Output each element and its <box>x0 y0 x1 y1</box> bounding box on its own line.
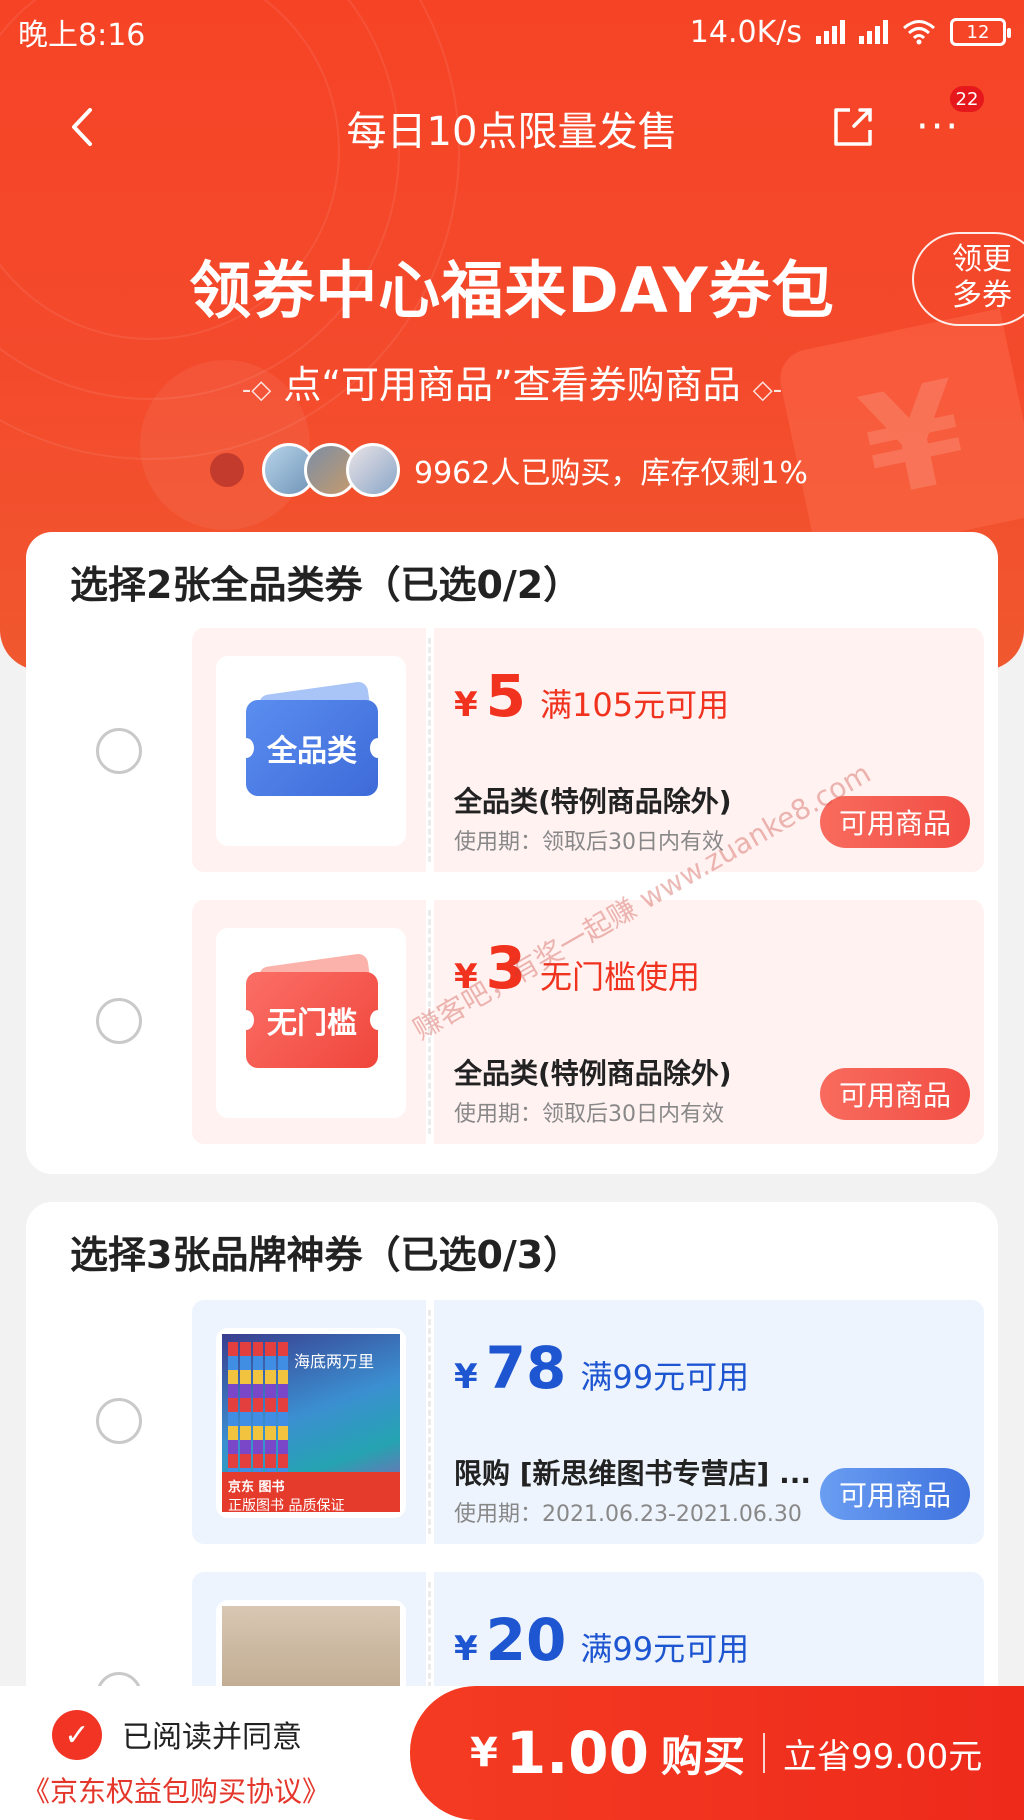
coupon-condition: 满105元可用 <box>540 686 730 724</box>
tag-notch <box>370 1010 386 1030</box>
currency-symbol: ¥ <box>454 1357 478 1397</box>
currency-symbol: ¥ <box>454 1629 478 1669</box>
coupon-amount: 5 <box>485 662 527 730</box>
book-title: 海底两万里 <box>294 1352 375 1371</box>
page-title: 每日10点限量发售 <box>346 109 678 155</box>
buyers-text: 9962人已购买，库存仅剩1% <box>414 456 808 491</box>
agree-text: 已阅读并同意 <box>122 1720 302 1755</box>
signal-icon <box>816 20 845 44</box>
coupon-select-radio[interactable] <box>96 728 142 774</box>
subline-decor: -◇ <box>241 375 272 405</box>
available-products-button[interactable]: 可用商品 <box>820 1068 970 1120</box>
coupon-name: 限购 [新思维图书专营店] ... <box>454 1457 812 1490</box>
coupon-validity: 使用期：领取后30日内有效 <box>454 1102 724 1127</box>
status-bar: 晚上8:16 14.0K/s 12 <box>0 0 1024 64</box>
decor-coupon-icon: ¥ <box>774 308 1024 562</box>
back-arrow-icon[interactable] <box>60 102 110 152</box>
section-title: 选择3张品牌神券（已选0/3） <box>70 1233 582 1277</box>
save-amount: 99.00元 <box>850 1736 983 1777</box>
buyers-info: 9962人已购买，库存仅剩1% <box>210 440 808 500</box>
avatar <box>346 443 400 497</box>
notification-badge: 22 <box>950 86 984 112</box>
book-ribbon: 京东 图书 正版图书 品质保证 <box>222 1472 400 1514</box>
currency-symbol: ¥ <box>454 685 478 725</box>
subline: -◇ 点“可用商品”查看券购商品 ◇- <box>0 354 1024 409</box>
battery-icon: 12 <box>950 18 1011 46</box>
coupon-condition: 满99元可用 <box>580 1630 750 1668</box>
coupon-card[interactable]: 全品类 ¥ 5 满105元可用 全品类(特例商品除外) 使用期：领取后30日内有… <box>164 628 984 872</box>
agreement-link[interactable]: 《京东权益包购买协议》 <box>22 1770 330 1810</box>
coupon-thumb: 全品类 <box>216 656 406 846</box>
subline-text: 点“可用商品”查看券购商品 <box>283 363 741 407</box>
coupon-price: ¥ 5 满105元可用 <box>454 662 729 730</box>
all-category-tag: 全品类 <box>238 700 386 796</box>
subline-decor: ◇- <box>752 375 783 405</box>
buy-price: 1.00 <box>505 1719 649 1787</box>
coupon-name: 全品类(特例商品除外) <box>454 1057 732 1090</box>
tag-notch <box>370 738 386 758</box>
tag-notch <box>238 738 254 758</box>
coupon-condition: 满99元可用 <box>580 1358 750 1396</box>
currency-symbol: ¥ <box>470 1730 498 1776</box>
coupon-card[interactable]: 海底两万里 京东 图书 正版图书 品质保证 ¥ 78 满99元可用 限购 [新思… <box>164 1300 984 1544</box>
agree-checkbox[interactable]: ✓ <box>52 1710 102 1760</box>
tag-notch <box>238 1010 254 1030</box>
bottom-bar: ✓ 已阅读并同意 《京东权益包购买协议》 ¥ 1.00 购买 立省 99.00元 <box>0 1686 1024 1820</box>
available-products-button[interactable]: 可用商品 <box>820 1468 970 1520</box>
book-spines <box>228 1342 289 1492</box>
coupon-divider <box>428 638 431 862</box>
tag-label: 无门槛 <box>267 1006 357 1041</box>
all-category-section: 选择2张全品类券（已选0/2） 全品类 ¥ 5 满105元可用 全品类(特例商品… <box>26 532 998 1174</box>
coupon-thumb: 无门槛 <box>216 928 406 1118</box>
divider <box>762 1733 765 1773</box>
coupon-select-radio[interactable] <box>96 1398 142 1444</box>
signal-icon <box>859 20 888 44</box>
headline: 领券中心福来DAY券包 <box>189 254 835 327</box>
book-thumb: 海底两万里 京东 图书 正版图书 品质保证 <box>216 1328 406 1518</box>
net-speed: 14.0K/s <box>689 14 802 50</box>
status-time: 晚上8:16 <box>18 18 146 53</box>
more-coupons-button[interactable]: 领更多券 <box>912 232 1024 326</box>
avatar <box>210 453 244 487</box>
coupon-select-radio[interactable] <box>96 998 142 1044</box>
coupon-amount: 78 <box>485 1334 567 1402</box>
coupon-divider <box>428 1310 431 1534</box>
ribbon-sublabel: 正版图书 品质保证 <box>228 1498 345 1514</box>
buy-label: 购买 <box>660 1731 745 1781</box>
ribbon-label: 京东 图书 <box>228 1480 285 1495</box>
buy-button[interactable]: ¥ 1.00 购买 立省 99.00元 <box>410 1686 1024 1820</box>
wifi-icon <box>903 20 935 45</box>
tag-label: 全品类 <box>267 734 357 769</box>
section-title: 选择2张全品类券（已选0/2） <box>70 563 582 607</box>
save-label: 立省 <box>782 1736 851 1777</box>
share-icon[interactable] <box>828 102 878 152</box>
no-threshold-tag: 无门槛 <box>238 972 386 1068</box>
nav-bar: 每日10点限量发售 ··· 22 <box>0 86 1024 168</box>
coupon-price: ¥ 20 满99元可用 <box>454 1606 749 1674</box>
coupon-validity: 使用期：2021.06.23-2021.06.30 <box>454 1502 802 1527</box>
book-cover-image: 海底两万里 京东 图书 正版图书 品质保证 <box>222 1334 400 1514</box>
coupon-amount: 20 <box>485 1606 567 1674</box>
coupon-name: 全品类(特例商品除外) <box>454 785 732 818</box>
coupon-price: ¥ 78 满99元可用 <box>454 1334 749 1402</box>
